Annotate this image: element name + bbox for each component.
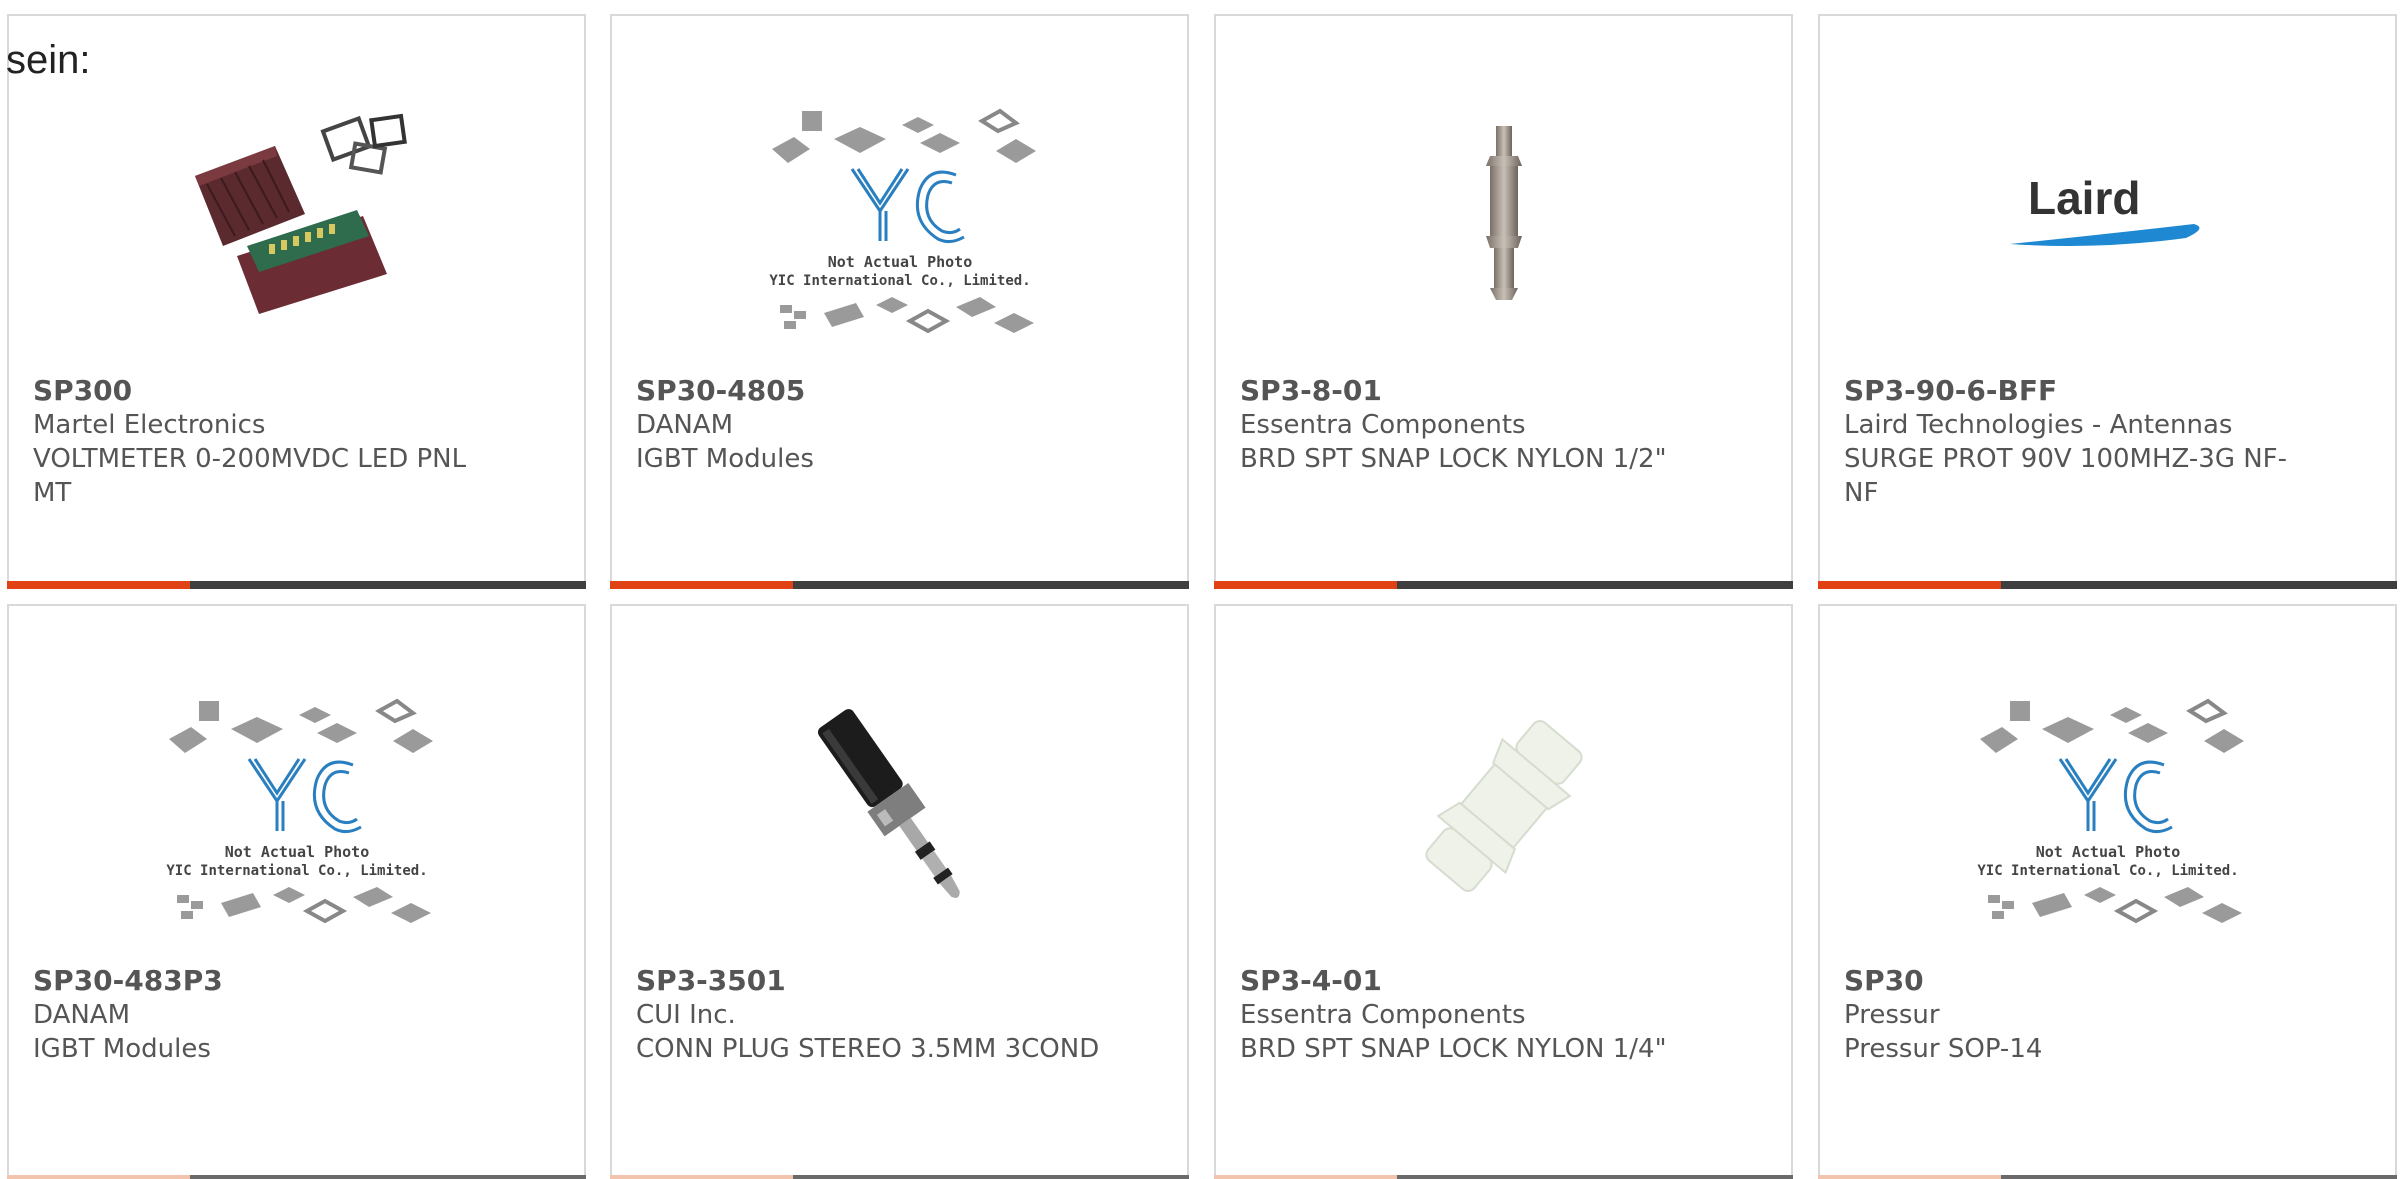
product-image[interactable] — [1216, 666, 1791, 946]
manufacturer: Essentra Components — [1240, 1000, 1526, 1030]
description: SURGE PROT 90V 100MHZ-3G NF-NF — [1844, 444, 2288, 508]
product-image[interactable] — [9, 76, 584, 356]
manufacturer: DANAM — [33, 1000, 131, 1030]
nylon-support-photo — [1424, 720, 1583, 892]
audio-plug-photo — [817, 709, 960, 898]
product-card[interactable]: SP300 Martel Electronics VOLTMETER 0-200… — [7, 14, 586, 589]
manufacturer: Martel Electronics — [33, 410, 266, 440]
card-accent-bar — [1818, 1175, 2397, 1179]
product-image[interactable]: Not Actual Photo YIC International Co., … — [612, 76, 1187, 356]
card-accent-bar — [1214, 581, 1793, 589]
laird-logo-text: Laird — [2028, 172, 2140, 224]
card-accent-bar — [610, 581, 1189, 589]
product-card[interactable]: SP3-8-01 Essentra Components BRD SPT SNA… — [1214, 14, 1793, 589]
laird-logo: Laird — [2009, 172, 2199, 246]
yic-caption-1: Not Actual Photo — [224, 843, 369, 861]
manufacturer: DANAM — [636, 410, 734, 440]
yic-caption-1: Not Actual Photo — [2035, 843, 2180, 861]
card-accent-bar — [610, 1175, 1189, 1179]
yic-caption-2: YIC International Co., Limited. — [1977, 863, 2238, 879]
description: BRD SPT SNAP LOCK NYLON 1/2" — [1240, 444, 1667, 474]
product-image[interactable] — [1216, 76, 1791, 356]
voltmeter-photo — [194, 113, 407, 314]
standoff-photo — [1485, 126, 1522, 300]
yic-caption-2: YIC International Co., Limited. — [769, 273, 1030, 289]
description: CONN PLUG STEREO 3.5MM 3COND — [636, 1034, 1100, 1064]
product-image[interactable]: Not Actual Photo YIC International Co., … — [9, 666, 584, 946]
product-image[interactable] — [612, 666, 1187, 946]
product-card[interactable]: Not Actual Photo YIC International Co., … — [7, 604, 586, 1179]
product-card[interactable]: SP3-4-01 Essentra Components BRD SPT SNA… — [1214, 604, 1793, 1179]
description: IGBT Modules — [636, 444, 814, 474]
card-accent-bar — [7, 1175, 586, 1179]
product-image[interactable]: Laird — [1820, 76, 2395, 356]
description: Pressur SOP-14 — [1844, 1034, 2043, 1064]
part-number[interactable]: SP3-3501 — [636, 964, 786, 997]
yic-placeholder-image: Not Actual Photo YIC International Co., … — [1977, 698, 2244, 924]
manufacturer: CUI Inc. — [636, 1000, 736, 1030]
part-number[interactable]: SP300 — [33, 374, 132, 407]
product-card[interactable]: Not Actual Photo YIC International Co., … — [610, 14, 1189, 589]
part-number[interactable]: SP30-483P3 — [33, 964, 223, 997]
card-accent-bar — [7, 581, 586, 589]
part-number[interactable]: SP30-4805 — [636, 374, 805, 407]
card-accent-bar — [1818, 581, 2397, 589]
yic-caption-2: YIC International Co., Limited. — [166, 863, 427, 879]
yic-placeholder-image: Not Actual Photo YIC International Co., … — [769, 108, 1036, 334]
product-image[interactable]: Not Actual Photo YIC International Co., … — [1820, 666, 2395, 946]
yic-caption-1: Not Actual Photo — [827, 253, 972, 271]
description: VOLTMETER 0-200MVDC LED PNL MT — [33, 444, 467, 508]
description: IGBT Modules — [33, 1034, 211, 1064]
product-card[interactable]: Not Actual Photo YIC International Co., … — [1818, 604, 2397, 1179]
description: BRD SPT SNAP LOCK NYLON 1/4" — [1240, 1034, 1667, 1064]
part-number[interactable]: SP3-90-6-BFF — [1844, 374, 2057, 407]
manufacturer: Pressur — [1844, 1000, 1940, 1030]
manufacturer: Laird Technologies - Antennas — [1844, 410, 2233, 440]
part-number[interactable]: SP3-4-01 — [1240, 964, 1382, 997]
part-number[interactable]: SP30 — [1844, 964, 1924, 997]
product-card[interactable]: Laird SP3-90-6-BFF Laird Technologies - … — [1818, 14, 2397, 589]
part-number[interactable]: SP3-8-01 — [1240, 374, 1382, 407]
header-text: sein: — [6, 38, 91, 82]
manufacturer: Essentra Components — [1240, 410, 1526, 440]
card-accent-bar — [1214, 1175, 1793, 1179]
product-card[interactable]: SP3-3501 CUI Inc. CONN PLUG STEREO 3.5MM… — [610, 604, 1189, 1179]
yic-placeholder-image: Not Actual Photo YIC International Co., … — [166, 698, 433, 924]
